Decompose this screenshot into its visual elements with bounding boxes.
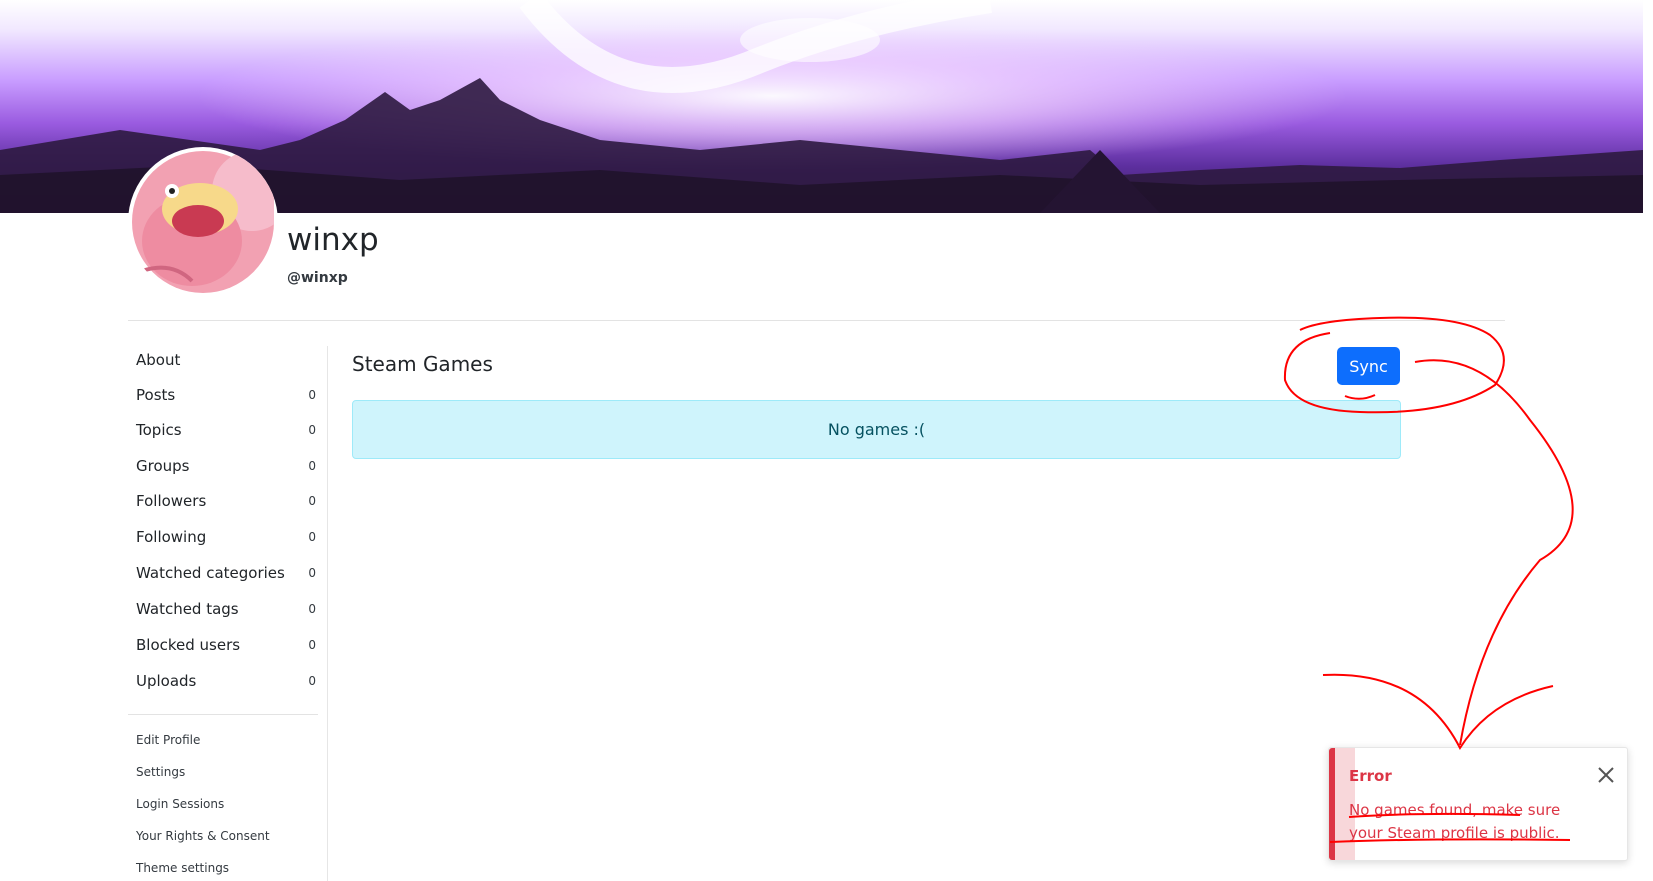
- sidebar-item-count: 0: [308, 530, 316, 544]
- sidebar-item-about[interactable]: About: [128, 346, 318, 374]
- close-icon[interactable]: [1595, 764, 1617, 786]
- sidebar-item-label: Topics: [136, 421, 182, 439]
- sidebar-link-edit-profile[interactable]: Edit Profile: [136, 733, 200, 747]
- sidebar-item-label: Posts: [136, 386, 176, 404]
- error-toast: Error No games found, make sure your Ste…: [1328, 747, 1628, 861]
- sidebar-item-topics[interactable]: Topics 0: [128, 416, 318, 444]
- empty-games-alert: No games :(: [352, 400, 1401, 459]
- sidebar-item-count: 0: [308, 638, 316, 652]
- toast-message: No games found, make sure your Steam pro…: [1349, 801, 1561, 842]
- profile-handle: @winxp: [287, 270, 348, 286]
- header-divider: [128, 320, 1505, 321]
- sidebar-item-count: 0: [308, 566, 316, 580]
- sidebar-link-theme-settings[interactable]: Theme settings: [136, 861, 229, 875]
- sidebar-item-label: Groups: [136, 457, 190, 475]
- sidebar-item-blocked-users[interactable]: Blocked users 0: [128, 631, 318, 659]
- sidebar-item-posts[interactable]: Posts 0: [128, 381, 318, 409]
- sidebar-link-rights-consent[interactable]: Your Rights & Consent: [136, 829, 270, 843]
- sidebar-link-settings[interactable]: Settings: [136, 765, 185, 779]
- sidebar-item-following[interactable]: Following 0: [128, 523, 318, 551]
- sidebar-link-login-sessions[interactable]: Login Sessions: [136, 797, 224, 811]
- sidebar-item-label: Following: [136, 528, 207, 546]
- sidebar-item-label: Followers: [136, 492, 207, 510]
- annotation-arrow-head: [1322, 673, 1554, 751]
- annotation-tick: [1344, 394, 1376, 400]
- sidebar-item-label: About: [136, 351, 181, 369]
- annotation-arrow-shaft: [1414, 359, 1574, 746]
- sidebar-item-count: 0: [308, 423, 316, 437]
- sidebar-item-watched-tags[interactable]: Watched tags 0: [128, 595, 318, 623]
- sidebar-item-label: Watched tags: [136, 600, 239, 618]
- sidebar-item-uploads[interactable]: Uploads 0: [128, 667, 318, 695]
- sidebar-item-label: Uploads: [136, 672, 197, 690]
- empty-games-message: No games :(: [827, 420, 926, 439]
- page-title: Steam Games: [352, 352, 493, 376]
- sync-button[interactable]: Sync: [1337, 347, 1400, 385]
- avatar[interactable]: [128, 147, 278, 297]
- sidebar-item-label: Blocked users: [136, 636, 241, 654]
- sidebar-item-count: 0: [308, 602, 316, 616]
- toast-title: Error: [1349, 767, 1392, 785]
- sidebar-item-count: 0: [308, 459, 316, 473]
- sidebar-item-count: 0: [308, 494, 316, 508]
- sidebar-item-count: 0: [308, 388, 316, 402]
- sidebar-item-label: Watched categories: [136, 564, 285, 582]
- sidebar-item-count: 0: [308, 674, 316, 688]
- sidebar-item-watched-categories[interactable]: Watched categories 0: [128, 559, 318, 587]
- sidebar-vertical-divider: [327, 346, 328, 881]
- profile-username: winxp: [287, 222, 379, 258]
- sidebar-divider: [128, 714, 318, 715]
- sidebar-item-followers[interactable]: Followers 0: [128, 487, 318, 515]
- sidebar-item-groups[interactable]: Groups 0: [128, 452, 318, 480]
